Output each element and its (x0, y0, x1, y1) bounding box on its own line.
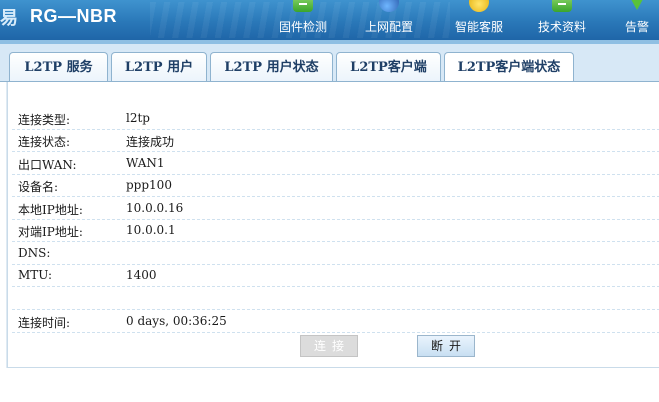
status-row-conn-state: 连接状态: 连接成功 (12, 129, 659, 152)
tab-l2tp-user[interactable]: L2TP 用户 (111, 52, 207, 84)
field-label: MTU: (18, 268, 53, 282)
nav-alarm[interactable]: 告警 (617, 0, 657, 40)
nav-label: 智能客服 (454, 20, 503, 34)
download-icon (552, 0, 572, 12)
brand-title: RG—NBR (30, 6, 117, 26)
field-label: 连接状态: (18, 135, 71, 149)
status-row-dns: DNS: (12, 242, 659, 265)
field-label: 出口WAN: (18, 158, 77, 172)
field-value: l2tp (126, 111, 150, 125)
nav-tech-docs[interactable]: 技术资料 (531, 0, 593, 40)
field-value: 10.0.0.16 (126, 201, 184, 215)
nav-smart-service[interactable]: 智能客服 (448, 0, 510, 40)
disconnect-button[interactable]: 断开 (417, 335, 475, 357)
status-row-wan: 出口WAN: WAN1 (12, 152, 659, 175)
field-value: 10.0.0.1 (126, 223, 176, 237)
field-value: WAN1 (126, 156, 165, 170)
nav-label: 固件检测 (278, 20, 327, 34)
nav-firmware-check[interactable]: 固件检测 (272, 0, 334, 40)
status-row-device: 设备名: ppp100 (12, 174, 659, 197)
field-label: DNS: (18, 246, 51, 260)
field-label: 连接时间: (18, 316, 71, 330)
tab-l2tp-client[interactable]: L2TP客户端 (336, 52, 441, 84)
globe-icon (379, 0, 399, 12)
smiley-icon (469, 0, 489, 12)
status-row-local-ip: 本地IP地址: 10.0.0.16 (12, 197, 659, 220)
field-label: 设备名: (18, 180, 59, 194)
field-label: 对端IP地址: (18, 225, 83, 239)
nav-label: 告警 (624, 20, 649, 34)
field-value: 0 days, 00:36:25 (126, 314, 227, 328)
tab-l2tp-service[interactable]: L2TP 服务 (9, 52, 108, 84)
bottom-area (0, 368, 659, 402)
tab-bar: L2TP 服务 L2TP 用户 L2TP 用户状态 L2TP客户端 L2TP客户… (0, 40, 659, 86)
download-icon (293, 0, 313, 12)
field-label: 连接类型: (18, 113, 71, 127)
client-status-panel: 连接类型: l2tp 连接状态: 连接成功 出口WAN: WAN1 设备名: p… (7, 82, 659, 368)
nav-label: 上网配置 (364, 20, 413, 34)
status-row-peer-ip: 对端IP地址: 10.0.0.1 (12, 219, 659, 242)
nav-internet-config[interactable]: 上网配置 (358, 0, 420, 40)
status-row-conn-type: 连接类型: l2tp (12, 107, 659, 130)
warning-icon (627, 0, 647, 10)
left-rail (0, 82, 7, 402)
tab-l2tp-user-status[interactable]: L2TP 用户状态 (210, 52, 333, 84)
status-row-spacer (12, 287, 659, 310)
status-row-mtu: MTU: 1400 (12, 264, 659, 287)
field-value: ppp100 (126, 178, 172, 192)
field-value: 1400 (126, 268, 157, 282)
connect-button[interactable]: 连接 (300, 335, 358, 357)
nav-label: 技术资料 (537, 20, 586, 34)
field-label: 本地IP地址: (18, 203, 83, 217)
field-value: 连接成功 (126, 135, 175, 149)
top-header: 易 RG—NBR 固件检测 上网配置 智能客服 技术资料 告警 (0, 0, 659, 40)
status-row-uptime: 连接时间: 0 days, 00:36:25 (12, 310, 659, 333)
logo-glyph: 易 (0, 8, 18, 29)
